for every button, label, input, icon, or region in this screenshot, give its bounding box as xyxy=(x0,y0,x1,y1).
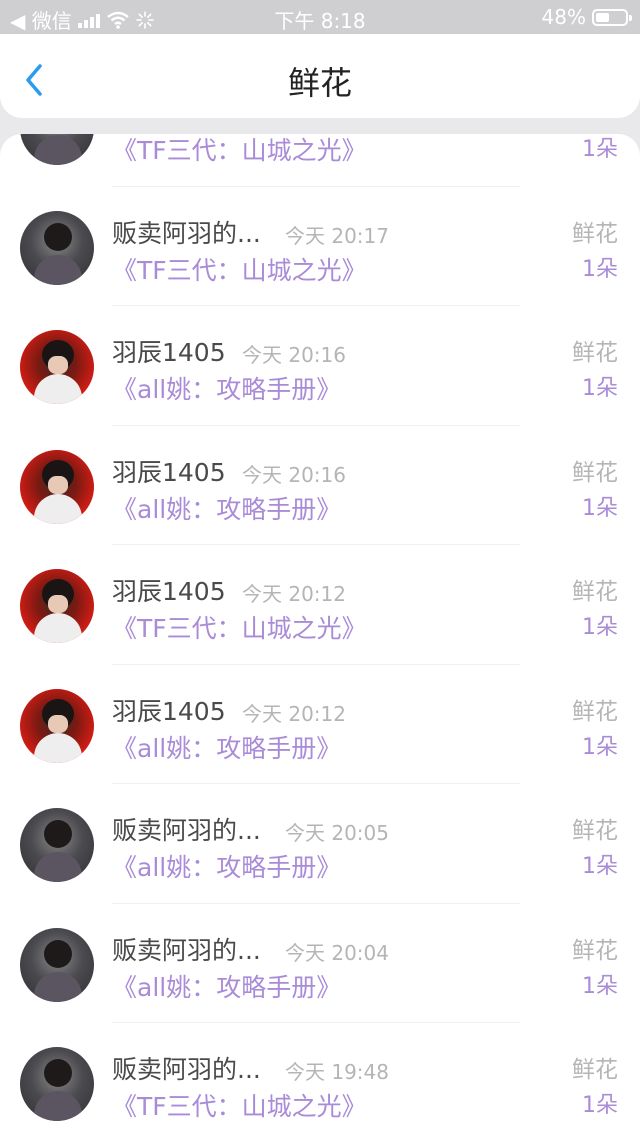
book-title-link[interactable]: 《all姚：攻略手册》 xyxy=(112,729,341,765)
avatar[interactable] xyxy=(20,134,94,165)
book-title-link[interactable]: 《all姚：攻略手册》 xyxy=(112,848,341,884)
username[interactable]: 羽辰1405 xyxy=(112,333,226,369)
gift-list-card: 《TF三代：山城之光》 1朵 贩卖阿羽的... 今天 20:17 《TF三代：山城之光》… xyxy=(0,134,640,1139)
list-item[interactable]: 贩卖阿羽的... 今天 20:04 《all姚：攻略手册》 鲜花 1朵 xyxy=(0,904,640,1023)
gift-type: 鲜花 xyxy=(572,818,618,844)
list-item[interactable]: 羽辰1405 今天 20:16 《all姚：攻略手册》 鲜花 1朵 xyxy=(0,426,640,545)
gift-list[interactable]: 《TF三代：山城之光》 1朵 贩卖阿羽的... 今天 20:17 《TF三代：山城之光》… xyxy=(0,134,640,1139)
list-item[interactable]: 羽辰1405 今天 20:12 《TF三代：山城之光》 鲜花 1朵 xyxy=(0,545,640,665)
username[interactable]: 贩卖阿羽的... xyxy=(112,931,261,967)
username[interactable]: 羽辰1405 xyxy=(112,692,226,728)
avatar[interactable] xyxy=(20,927,94,1002)
book-title-link[interactable]: 《TF三代：山城之光》 xyxy=(112,609,367,645)
book-title-link[interactable]: 《all姚：攻略手册》 xyxy=(112,490,341,526)
username[interactable]: 羽辰1405 xyxy=(112,572,226,608)
book-title-link[interactable]: 《TF三代：山城之光》 xyxy=(112,134,367,167)
list-item[interactable]: 羽辰1405 今天 20:12 《all姚：攻略手册》 鲜花 1朵 xyxy=(0,665,640,784)
gift-count: 1朵 xyxy=(582,854,618,879)
gift-count: 1朵 xyxy=(582,973,618,999)
nav-bar: 鲜花 xyxy=(0,34,640,118)
timestamp: 今天 20:12 xyxy=(242,701,346,726)
avatar[interactable] xyxy=(20,569,94,643)
avatar[interactable] xyxy=(20,1047,94,1121)
gift-count: 1朵 xyxy=(582,137,618,162)
avatar[interactable] xyxy=(20,210,94,285)
avatar[interactable] xyxy=(20,330,94,404)
username[interactable]: 羽辰1405 xyxy=(112,453,226,489)
username[interactable]: 贩卖阿羽的... xyxy=(112,1050,261,1086)
timestamp: 今天 20:04 xyxy=(285,940,389,965)
gift-type: 鲜花 xyxy=(572,340,618,366)
gift-count: 1朵 xyxy=(582,615,618,640)
list-item[interactable]: 贩卖阿羽的... 今天 19:48 《TF三代：山城之光》 鲜花 1朵 xyxy=(0,1023,640,1139)
battery-icon xyxy=(592,8,632,26)
timestamp: 今天 20:17 xyxy=(285,223,389,248)
list-item[interactable]: 贩卖阿羽的... 今天 20:17 《TF三代：山城之光》 鲜花 1朵 xyxy=(0,187,640,306)
gift-type: 鲜花 xyxy=(572,579,618,605)
avatar[interactable] xyxy=(20,688,94,763)
username[interactable]: 贩卖阿羽的... xyxy=(112,811,261,847)
gift-count: 1朵 xyxy=(582,1093,618,1118)
page-title: 鲜花 xyxy=(287,64,352,102)
book-title-link[interactable]: 《TF三代：山城之光》 xyxy=(112,1087,367,1123)
timestamp: 今天 19:48 xyxy=(285,1060,389,1084)
gift-count: 1朵 xyxy=(582,734,618,760)
list-item[interactable]: 羽辰1405 今天 20:16 《all姚：攻略手册》 鲜花 1朵 xyxy=(0,306,640,426)
gift-type: 鲜花 xyxy=(572,1057,618,1083)
username[interactable]: 贩卖阿羽的... xyxy=(112,214,261,250)
gift-count: 1朵 xyxy=(582,495,618,521)
avatar[interactable] xyxy=(20,449,94,524)
gift-type: 鲜花 xyxy=(572,698,618,725)
battery-percent: 48% xyxy=(541,5,586,29)
gift-type: 鲜花 xyxy=(572,459,618,486)
gift-count: 1朵 xyxy=(582,256,618,282)
gift-type: 鲜花 xyxy=(572,220,618,247)
timestamp: 今天 20:12 xyxy=(242,582,346,606)
status-bar: ◀ 微信 下午 8:18 48% xyxy=(0,0,640,34)
gift-count: 1朵 xyxy=(582,376,618,401)
avatar[interactable] xyxy=(20,808,94,882)
status-right: 48% xyxy=(541,5,632,29)
timestamp: 今天 20:05 xyxy=(285,821,389,845)
book-title-link[interactable]: 《all姚：攻略手册》 xyxy=(112,968,341,1004)
book-title-link[interactable]: 《all姚：攻略手册》 xyxy=(112,370,341,406)
timestamp: 今天 20:16 xyxy=(242,462,346,487)
gift-type: 鲜花 xyxy=(572,937,618,964)
book-title-link[interactable]: 《TF三代：山城之光》 xyxy=(112,251,367,287)
timestamp: 今天 20:16 xyxy=(242,343,346,367)
list-item[interactable]: 贩卖阿羽的... 今天 20:05 《all姚：攻略手册》 鲜花 1朵 xyxy=(0,784,640,904)
list-item[interactable]: 《TF三代：山城之光》 1朵 xyxy=(0,134,640,187)
